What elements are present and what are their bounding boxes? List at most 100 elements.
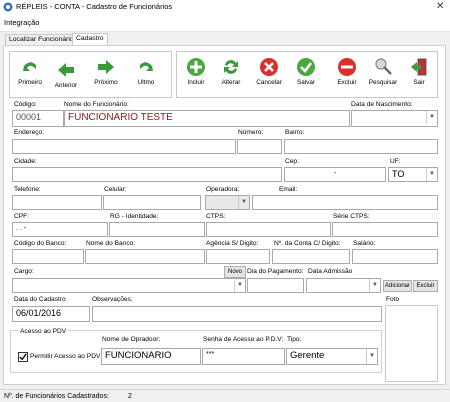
cancel-label: Cancelar [256,79,282,86]
operador-field[interactable]: FUNCIONARIO [101,348,201,365]
nascimento-field[interactable]: ▼ [351,110,438,127]
delete-button[interactable]: Excluir [331,57,363,86]
cod-banco-field[interactable] [12,249,84,264]
excluir-cargo-button[interactable]: Excluir [413,280,438,292]
adicionar-button[interactable]: Adicionar [383,280,412,292]
cpf-label: CPF: [14,213,30,220]
menu-item-integracao[interactable]: Integração [4,18,39,27]
codigo-field[interactable]: 00001 [12,110,64,127]
salario-field[interactable] [352,249,438,264]
nome-field[interactable]: FUNCIONARIO TESTE [64,110,350,127]
tipo-select[interactable]: Gerente ▼ [286,348,378,365]
app-icon [3,2,13,12]
chevron-down-icon[interactable]: ▼ [426,168,437,181]
numero-field[interactable] [237,139,282,154]
celular-label: Celular: [104,186,127,193]
cep-label: Cep: [285,158,299,165]
telefone-field[interactable] [12,195,102,210]
tipo-label: Tipo: [287,336,302,343]
observacoes-field[interactable] [92,306,382,322]
numero-label: Número: [238,129,264,136]
nome-banco-field[interactable] [85,249,205,264]
next-button[interactable]: Próximo [90,57,122,86]
cpf-field[interactable]: . . - [12,222,108,237]
uf-label: UF: [390,158,401,165]
check-icon [297,58,315,76]
include-button[interactable]: Incluir [180,57,212,86]
dia-pagamento-field[interactable] [247,278,304,293]
operadora-label: Operadora: [206,186,240,193]
title-bar: RÉPLEIS - CONTA - Cadastro de Funcionári… [0,0,450,14]
serie-field[interactable] [332,222,438,237]
endereco-label: Endereço: [14,129,45,136]
tab-cadastro[interactable]: Cadastro [72,33,108,45]
cancel-button[interactable]: Cancelar [253,57,285,86]
email-field[interactable] [252,195,438,210]
bairro-label: Bairro: [285,129,305,136]
tab-localizar[interactable]: Localizar Funcionário [5,34,78,45]
cidade-label: Cidade: [14,158,37,165]
operador-label: Nome de Opradoor: [102,336,161,343]
last-icon [140,62,153,71]
close-icon[interactable]: ✕ [436,1,444,12]
cidade-field[interactable] [12,167,282,182]
save-button[interactable]: Salvar [290,57,322,86]
nome-label: Nome do Funcionário: [64,101,129,108]
search-icon [375,58,392,75]
senha-field[interactable]: *** [202,348,285,365]
ctps-label: CTPS: [206,213,226,220]
photo-box[interactable] [385,305,438,382]
cargo-select[interactable]: ▼ [12,278,246,293]
chevron-down-icon[interactable]: ▼ [366,349,377,364]
agencia-field[interactable] [206,249,270,264]
permitir-checkbox[interactable] [18,352,28,362]
dia-pagamento-label: Dia do Pagamento: [247,268,304,275]
status-count: 2 [128,393,132,400]
delete-label: Excluir [337,79,357,86]
salario-label: Salário: [353,240,376,247]
foto-label: Foto [386,296,400,303]
previous-button[interactable]: Anterior [50,60,82,89]
chevron-down-icon[interactable]: ▼ [234,279,245,292]
endereco-field[interactable] [12,139,236,154]
celular-field[interactable] [103,195,201,210]
last-button[interactable]: Ultmo [130,57,162,86]
observacoes-label: Observações: [92,296,133,303]
next-label: Próximo [94,79,118,86]
exit-button[interactable]: Sair [403,57,435,86]
nome-banco-label: Nome do Banco: [86,240,136,247]
chevron-down-icon[interactable]: ▼ [369,279,380,292]
exit-label: Sair [413,79,425,86]
previous-label: Anterior [54,82,78,89]
edit-button[interactable]: Alterar [215,57,247,86]
bairro-field[interactable] [284,139,438,154]
uf-select[interactable]: TO ▼ [388,167,438,182]
search-button[interactable]: Pesquisar [367,57,399,86]
cancel-icon [260,58,278,76]
chevron-down-icon[interactable]: ▼ [238,196,249,209]
conta-field[interactable] [272,249,350,264]
first-label: Primeiro [18,79,42,86]
nav-toolbar: Primeiro Anterior Próximo Ultmo [9,51,172,98]
arrow-right-icon [98,60,114,74]
rg-field[interactable] [109,222,205,237]
email-label: Email: [279,186,298,193]
agencia-label: Agência S/ Digito: [206,240,259,247]
action-toolbar: Incluir Alterar Cancelar Salvar Excluir … [176,51,438,98]
admissao-select[interactable]: ▼ [306,278,381,293]
data-cadastro-field[interactable]: 06/01/2016 [12,306,90,322]
tipo-value: Gerente [290,350,325,361]
chevron-down-icon[interactable]: ▼ [426,111,437,124]
edit-label: Alterar [221,79,241,86]
acesso-pdv-label: Acesso ao PDV [18,328,69,335]
operadora-select[interactable]: ▼ [205,195,250,210]
first-button[interactable]: Primeiro [14,57,46,86]
data-cadastro-label: Data do Cadastro [14,296,66,303]
arrow-left-icon [58,63,74,77]
novo-button[interactable]: Novo [224,266,246,278]
uf-value: TO [392,169,405,179]
serie-label: Série CTPS: [333,213,370,220]
cep-field[interactable]: - [284,167,386,182]
rg-label: RG - Identidade: [110,213,159,220]
ctps-field[interactable] [206,222,331,237]
